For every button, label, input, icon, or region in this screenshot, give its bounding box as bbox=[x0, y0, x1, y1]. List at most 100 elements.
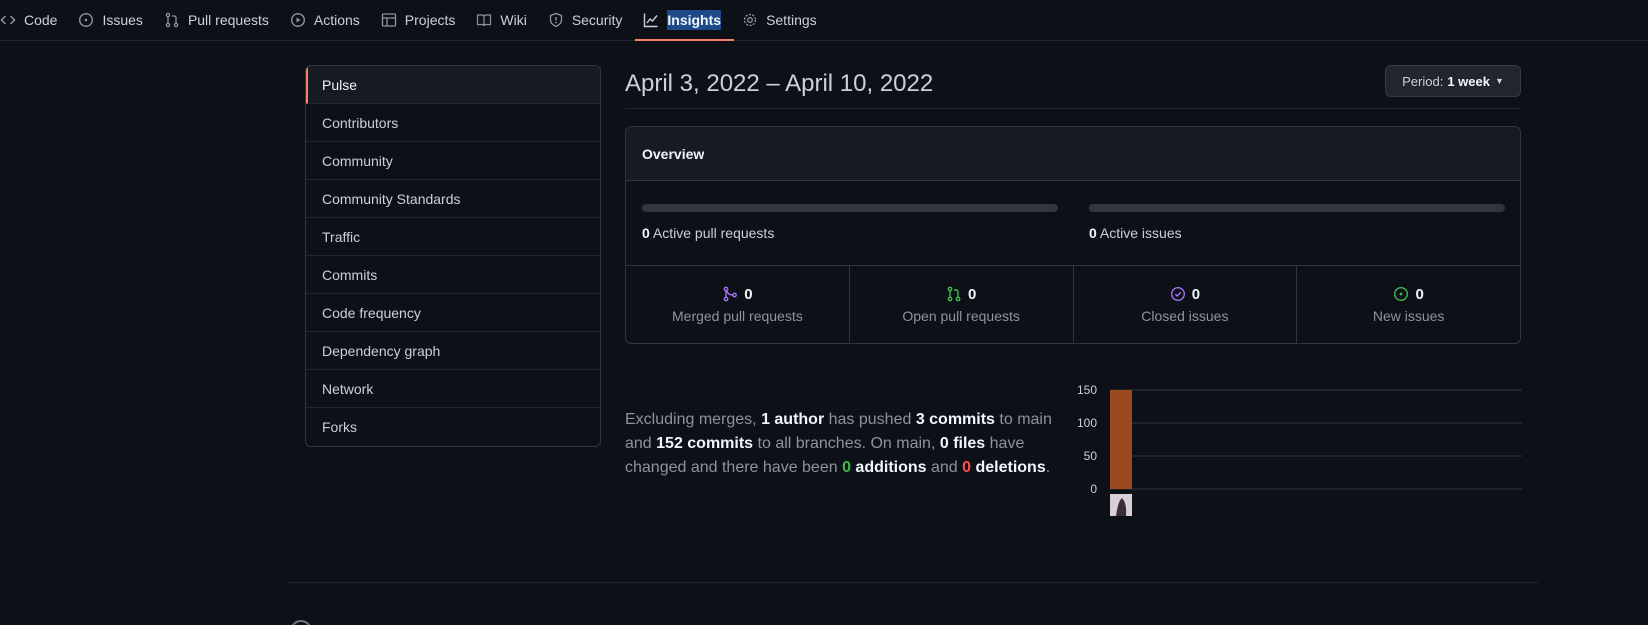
open-prs-stat[interactable]: 0 Open pull requests bbox=[850, 266, 1074, 343]
tab-security-label: Security bbox=[571, 12, 623, 28]
summary-text: and bbox=[926, 459, 963, 476]
tab-projects-label: Projects bbox=[404, 12, 456, 28]
active-issues-text[interactable]: 0 Active issues bbox=[1089, 225, 1505, 241]
sidebar-item-code-frequency[interactable]: Code frequency bbox=[306, 294, 600, 332]
new-issues-stat[interactable]: 0 New issues bbox=[1297, 266, 1520, 343]
tab-pull-requests-label: Pull requests bbox=[187, 12, 269, 28]
sidebar-item-label: Contributors bbox=[322, 114, 399, 131]
overview-panel: Overview 0 Active pull requests 0 Active… bbox=[625, 126, 1521, 344]
authors-link[interactable]: 1 author bbox=[761, 411, 824, 428]
active-issues-bar bbox=[1089, 204, 1505, 212]
closed-issues-label: Closed issues bbox=[1141, 307, 1229, 324]
tab-issues[interactable]: Issues bbox=[70, 0, 155, 40]
period-select-button[interactable]: Period: 1 week ▼ bbox=[1385, 65, 1521, 97]
avatar[interactable] bbox=[1110, 494, 1132, 516]
commits-all-link[interactable]: 152 commits bbox=[656, 435, 753, 452]
tab-actions-label: Actions bbox=[313, 12, 360, 28]
active-prs-block: 0 Active pull requests bbox=[642, 204, 1058, 241]
additions-count: 0 bbox=[842, 459, 851, 476]
table-icon bbox=[381, 12, 397, 28]
sidebar-item-label: Commits bbox=[322, 266, 378, 283]
insights-sidebar: Pulse Contributors Community Community S… bbox=[305, 65, 601, 447]
summary-text: has pushed bbox=[824, 411, 916, 428]
tab-wiki[interactable]: Wiki bbox=[468, 0, 539, 40]
active-prs-label: Active pull requests bbox=[652, 225, 775, 241]
tab-actions[interactable]: Actions bbox=[282, 0, 373, 40]
y-tick-label: 50 bbox=[1084, 449, 1098, 463]
sidebar-item-commits[interactable]: Commits bbox=[306, 256, 600, 294]
tab-wiki-label: Wiki bbox=[500, 12, 527, 28]
shield-icon bbox=[548, 12, 564, 28]
period-label: Period: bbox=[1402, 73, 1444, 89]
graph-icon bbox=[643, 12, 659, 28]
commit-summary: Excluding merges, 1 author has pushed 3 … bbox=[625, 408, 1075, 480]
active-prs-text[interactable]: 0 Active pull requests bbox=[642, 225, 1058, 241]
tab-code-label: Code bbox=[24, 12, 58, 28]
new-issues-label: New issues bbox=[1372, 307, 1445, 324]
tab-settings[interactable]: Settings bbox=[734, 0, 830, 40]
book-icon bbox=[476, 12, 492, 28]
page-title: April 3, 2022 – April 10, 2022 bbox=[625, 70, 934, 97]
sidebar-item-pulse[interactable]: Pulse bbox=[306, 66, 600, 104]
new-issues-count: 0 bbox=[1415, 285, 1424, 303]
tab-pull-requests[interactable]: Pull requests bbox=[156, 0, 282, 40]
sidebar-item-community[interactable]: Community bbox=[306, 142, 600, 180]
git-merge-icon bbox=[723, 286, 738, 302]
sidebar-item-label: Traffic bbox=[322, 228, 361, 245]
tab-projects[interactable]: Projects bbox=[373, 0, 469, 40]
deletions-count: 0 bbox=[962, 459, 972, 476]
summary-text: Excluding merges, bbox=[625, 411, 762, 428]
commits-main-link[interactable]: 3 commits bbox=[916, 411, 995, 428]
issue-opened-icon bbox=[78, 12, 94, 28]
merged-prs-label: Merged pull requests bbox=[672, 307, 803, 324]
commit-bar[interactable] bbox=[1110, 390, 1132, 489]
tab-issues-label: Issues bbox=[102, 12, 143, 28]
open-prs-label: Open pull requests bbox=[902, 307, 1020, 324]
closed-issues-stat[interactable]: 0 Closed issues bbox=[1074, 266, 1298, 343]
gear-icon bbox=[742, 12, 758, 28]
closed-issues-count: 0 bbox=[1191, 285, 1201, 303]
repo-nav: Code Issues Pull requests Actions Projec… bbox=[0, 0, 1648, 41]
y-tick-label: 0 bbox=[1090, 482, 1097, 496]
active-issues-block: 0 Active issues bbox=[1089, 204, 1505, 241]
tab-settings-label: Settings bbox=[766, 12, 817, 28]
tab-insights[interactable]: Insights bbox=[635, 0, 734, 41]
sidebar-item-label: Community Standards bbox=[322, 190, 461, 207]
git-pull-request-icon bbox=[947, 286, 961, 302]
overview-stats: 0 Merged pull requests 0 Open pull reque… bbox=[626, 266, 1520, 343]
tab-security[interactable]: Security bbox=[540, 0, 636, 40]
open-prs-count: 0 bbox=[967, 285, 977, 303]
sidebar-item-network[interactable]: Network bbox=[306, 370, 600, 408]
active-issues-label: Active issues bbox=[1099, 225, 1182, 241]
sidebar-item-forks[interactable]: Forks bbox=[306, 408, 600, 446]
active-prs-count: 0 bbox=[642, 225, 650, 241]
merged-prs-count: 0 bbox=[744, 285, 753, 303]
github-logo-icon[interactable] bbox=[290, 620, 312, 625]
issue-closed-icon bbox=[1170, 286, 1185, 302]
period-value: 1 week bbox=[1447, 73, 1490, 89]
y-tick-label: 100 bbox=[1077, 416, 1097, 430]
deletions-word: deletions bbox=[971, 459, 1046, 476]
additions-word: additions bbox=[850, 459, 927, 476]
chevron-down-icon: ▼ bbox=[1494, 76, 1504, 86]
sidebar-item-dependency-graph[interactable]: Dependency graph bbox=[306, 332, 600, 370]
files-link[interactable]: 0 files bbox=[940, 435, 985, 452]
sidebar-item-label: Pulse bbox=[322, 76, 358, 93]
active-issues-count: 0 bbox=[1089, 225, 1097, 241]
issue-opened-icon bbox=[1394, 286, 1409, 302]
git-pull-request-icon bbox=[164, 12, 180, 28]
tab-code[interactable]: Code bbox=[0, 0, 70, 40]
active-prs-bar bbox=[642, 204, 1058, 212]
title-divider bbox=[625, 108, 1521, 109]
sidebar-item-contributors[interactable]: Contributors bbox=[306, 104, 600, 142]
footer-divider bbox=[288, 582, 1538, 583]
sidebar-item-label: Network bbox=[322, 380, 374, 397]
sidebar-item-label: Forks bbox=[322, 419, 357, 435]
merged-prs-stat[interactable]: 0 Merged pull requests bbox=[626, 266, 850, 343]
y-tick-label: 150 bbox=[1077, 383, 1097, 397]
overview-title: Overview bbox=[626, 127, 1520, 181]
sidebar-item-traffic[interactable]: Traffic bbox=[306, 218, 600, 256]
contributors-chart: 0 50 100 150 bbox=[1077, 383, 1522, 516]
sidebar-item-community-standards[interactable]: Community Standards bbox=[306, 180, 600, 218]
code-icon bbox=[0, 12, 16, 28]
